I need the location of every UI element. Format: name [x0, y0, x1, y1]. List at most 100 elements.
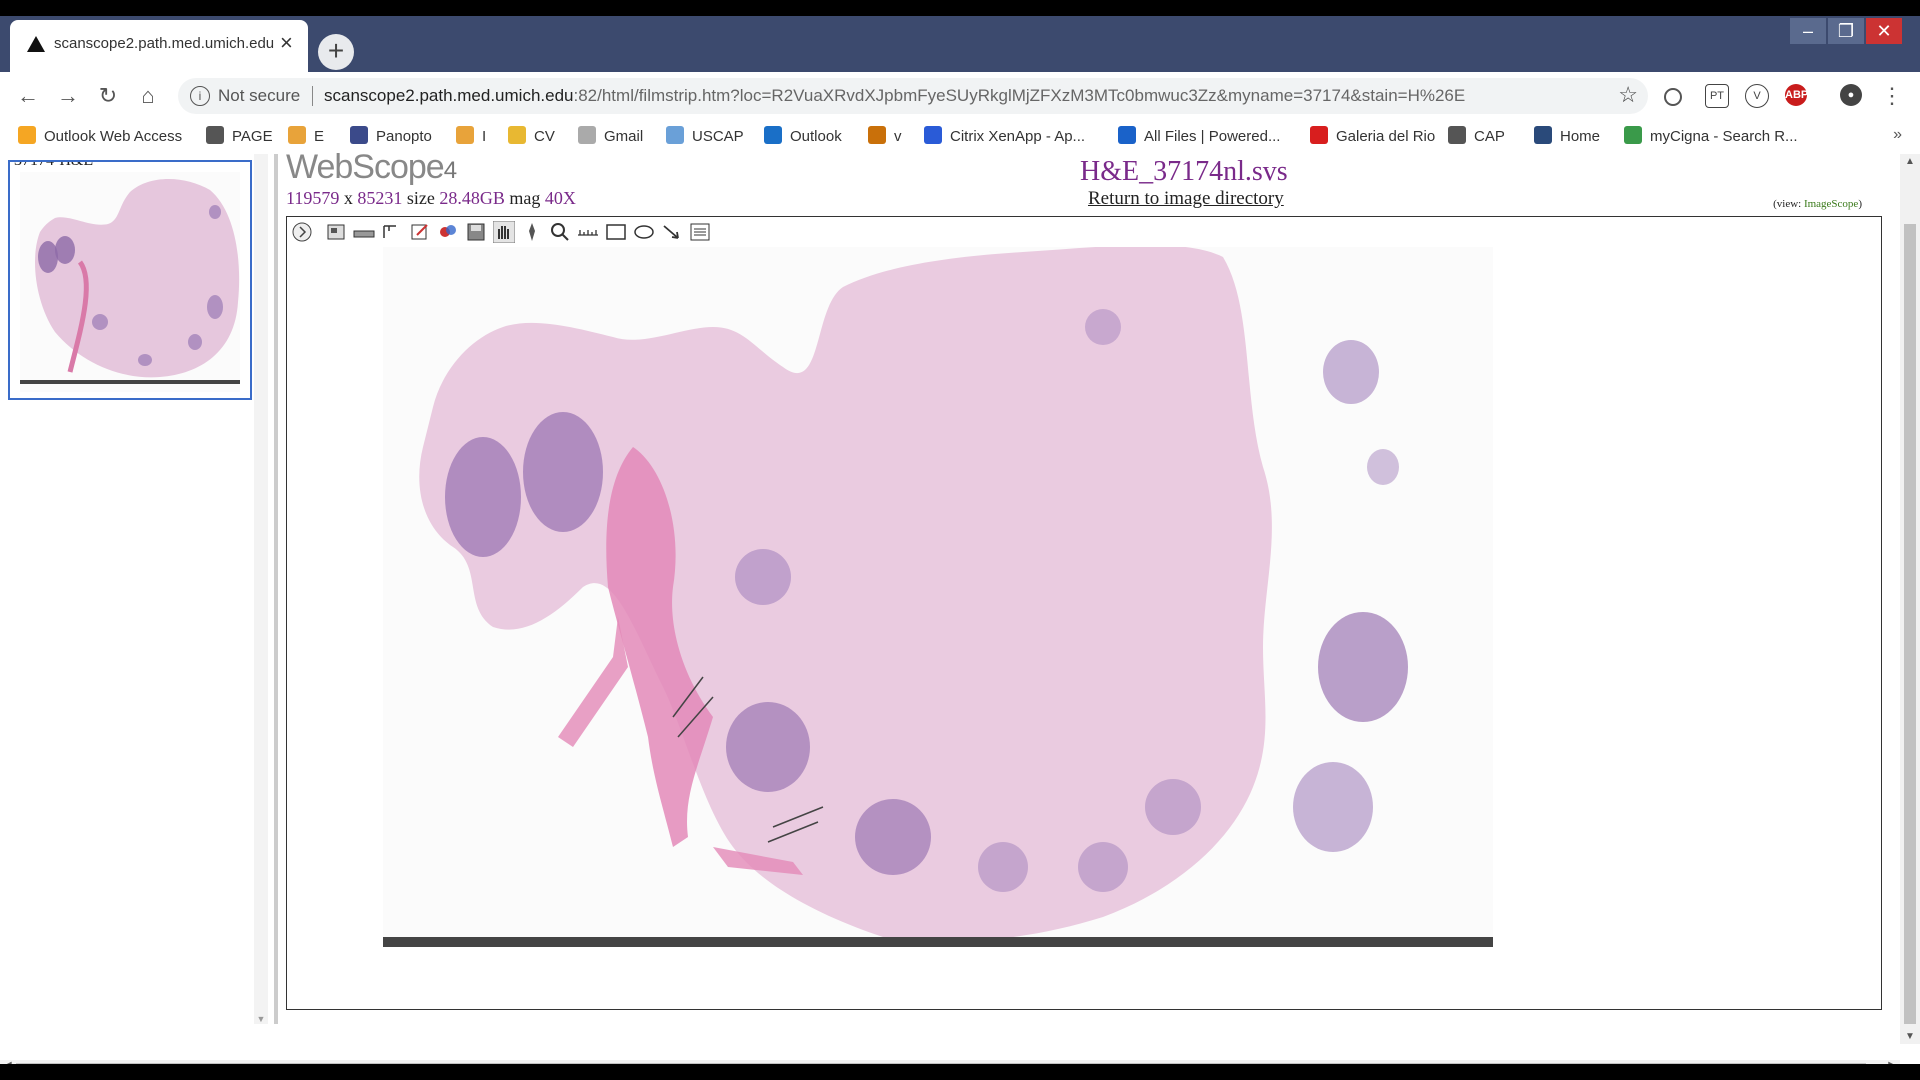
zoom-bar-icon[interactable]: [353, 221, 375, 243]
scroll-up-icon[interactable]: ▲: [1900, 156, 1920, 167]
address-separator: [312, 86, 313, 106]
address-bar[interactable]: i Not secure scanscope2.path.med.umich.e…: [178, 78, 1648, 114]
bookmark-label: Galeria del Rio: [1336, 128, 1436, 145]
slide-image[interactable]: [383, 247, 1493, 947]
restore-icon[interactable]: ❐: [1828, 18, 1864, 44]
new-tab-button[interactable]: +: [318, 34, 354, 70]
bookmark-label: Outlook Web Access: [44, 128, 183, 145]
bookmark-item[interactable]: Galeria del Rio: [1310, 126, 1435, 145]
scroll-left-icon[interactable]: ◀: [4, 1060, 12, 1064]
extension-pt-icon[interactable]: PT: [1705, 84, 1729, 108]
bookmark-label: CAP: [1474, 128, 1505, 145]
file-size: 28.48GB: [439, 188, 505, 208]
mag-label: mag: [509, 188, 541, 208]
color-icon[interactable]: [437, 221, 459, 243]
red-square-icon: [1310, 126, 1328, 144]
viewer-frame[interactable]: [286, 216, 1882, 1010]
pen-icon[interactable]: [521, 221, 543, 243]
bookmark-item[interactable]: E: [288, 126, 324, 145]
cigna-icon: [1624, 126, 1642, 144]
thumbnail-icon[interactable]: [325, 221, 347, 243]
scroll-down-icon[interactable]: ▼: [254, 1014, 268, 1024]
bookmark-item[interactable]: All Files | Powered...: [1118, 126, 1280, 145]
bookmark-item[interactable]: CAP: [1448, 126, 1505, 145]
bookmark-label: Panopto: [376, 128, 432, 145]
slide-thumbnail[interactable]: 37174-H&E: [8, 160, 252, 400]
bookmark-label: PAGE: [232, 128, 273, 145]
forward-icon[interactable]: →: [52, 80, 84, 112]
browser-tab[interactable]: scanscope2.path.med.umich.edu ×: [10, 20, 308, 72]
site-favicon-icon: [27, 36, 45, 52]
url-host: scanscope2.path.med.umich.edu: [324, 86, 574, 105]
magnification: 40X: [544, 188, 576, 208]
scroll-right-icon[interactable]: ▶: [1888, 1060, 1896, 1064]
loading-icon: [578, 126, 596, 144]
url-text[interactable]: scanscope2.path.med.umich.edu:82/html/fi…: [324, 86, 1465, 106]
bookmark-label: CV: [534, 128, 555, 145]
image-info: 119579 x 85231 size 28.48GB mag 40X: [286, 188, 576, 209]
bookmark-item[interactable]: Outlook: [764, 126, 842, 145]
bookmark-item[interactable]: myCigna - Search R...: [1624, 126, 1798, 145]
bookmark-item[interactable]: PAGE: [206, 126, 273, 145]
size-label: size: [406, 188, 435, 208]
bookmark-item[interactable]: I: [456, 126, 486, 145]
bookmark-item[interactable]: Citrix XenApp - Ap...: [924, 126, 1085, 145]
filmstrip-scrollbar[interactable]: ▼: [254, 154, 268, 1024]
bookmark-item[interactable]: USCAP: [666, 126, 744, 145]
vertical-scrollbar[interactable]: ▲ ▼: [1900, 154, 1920, 1044]
image-viewer: WebScope4 119579 x 85231 size 28.48GB ma…: [280, 148, 1900, 1030]
bookmark-item[interactable]: v: [868, 126, 902, 145]
horizontal-scrollbar[interactable]: ◀ ▶: [0, 1060, 1900, 1064]
logo-text: WebScope: [286, 148, 445, 186]
bookmark-label: myCigna - Search R...: [1650, 128, 1798, 145]
bookmark-label: Outlook: [790, 128, 842, 145]
horizontal-scrollbar-thumb[interactable]: [16, 1063, 1866, 1064]
ruler-icon[interactable]: [577, 221, 599, 243]
reload-icon[interactable]: ↻: [92, 80, 124, 112]
scrollbar-thumb[interactable]: [1904, 224, 1916, 1024]
image-height: 85231: [357, 188, 403, 208]
hand-pan-icon[interactable]: [493, 221, 515, 243]
bookmark-label: Home: [1560, 128, 1601, 145]
magnifier-icon[interactable]: [549, 221, 571, 243]
bookmark-label: Gmail: [604, 128, 644, 145]
globe-icon: [1448, 126, 1466, 144]
panel-divider[interactable]: [274, 154, 278, 1024]
return-to-directory-link[interactable]: Return to image directory: [1088, 188, 1284, 210]
owa-icon: [18, 126, 36, 144]
bookmark-item[interactable]: Panopto: [350, 126, 432, 145]
rectangle-icon[interactable]: [605, 221, 627, 243]
bookmark-item[interactable]: Home: [1534, 126, 1600, 145]
extension-v-icon[interactable]: V: [1745, 84, 1769, 108]
v-icon: [868, 126, 886, 144]
profile-icon[interactable]: ●: [1840, 84, 1862, 106]
bookmark-item[interactable]: CV: [508, 126, 555, 145]
arrow-icon[interactable]: [661, 221, 683, 243]
close-window-icon[interactable]: ✕: [1866, 18, 1902, 44]
bookmark-star-icon[interactable]: ☆: [1618, 82, 1638, 108]
bookmark-label: Citrix XenApp - Ap...: [950, 128, 1086, 145]
bookmark-label: v: [894, 128, 902, 145]
bookmark-label: USCAP: [692, 128, 744, 145]
list-icon[interactable]: [689, 221, 711, 243]
adblock-icon[interactable]: ABP: [1785, 84, 1808, 106]
save-icon[interactable]: [465, 221, 487, 243]
info-icon[interactable]: i: [190, 86, 210, 106]
navigate-icon[interactable]: [291, 221, 313, 243]
minimize-icon[interactable]: –: [1790, 18, 1826, 44]
home-icon[interactable]: ⌂: [132, 80, 164, 112]
security-label: Not secure: [218, 86, 301, 105]
scroll-down-icon[interactable]: ▼: [1900, 1031, 1920, 1042]
extension-circle-icon[interactable]: [1664, 88, 1682, 106]
measure-icon[interactable]: [381, 221, 403, 243]
bookmark-item[interactable]: Outlook Web Access: [18, 126, 182, 145]
back-icon[interactable]: ←: [12, 80, 44, 112]
annotate-icon[interactable]: [409, 221, 431, 243]
more-bookmarks-icon[interactable]: »: [1893, 126, 1902, 144]
imagescope-link[interactable]: ImageScope: [1804, 198, 1858, 210]
ellipse-icon[interactable]: [633, 221, 655, 243]
menu-kebab-icon[interactable]: ⋮: [1876, 80, 1908, 112]
bookmark-item[interactable]: Gmail: [578, 126, 643, 145]
tab-close-icon[interactable]: ×: [280, 31, 293, 55]
page-content: 37174-H&E ▼ WebScope4 119579 x 85231 siz…: [0, 148, 1920, 1064]
